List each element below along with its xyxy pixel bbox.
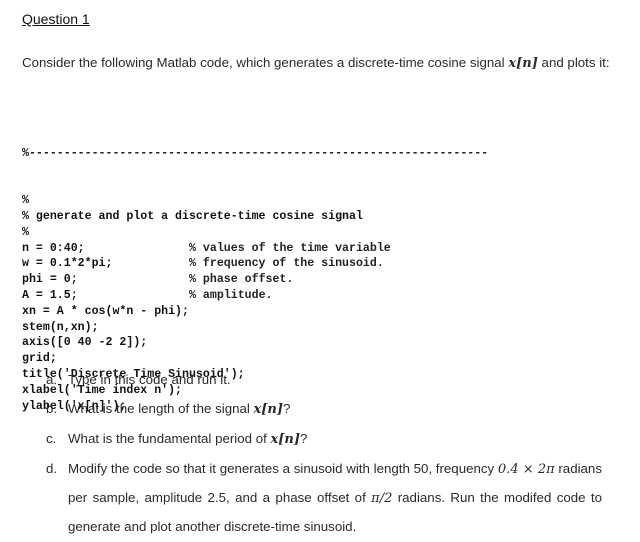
question-text: Type in this code and run it. [68, 372, 231, 387]
frequency-math: 0.4 × 2π [497, 462, 555, 477]
question-item-c: c. What is the fundamental period of x[n… [46, 425, 602, 454]
code-statement: % [22, 225, 29, 239]
code-line: stem(n,xn); [22, 320, 488, 336]
code-statement: w = 0.1*2*pi; [22, 257, 113, 271]
code-statement: A = 1.5; [22, 288, 78, 302]
signal-math: x[n] [508, 56, 538, 71]
code-line: A = 1.5; % amplitude. [22, 288, 488, 304]
question-text-end: ? [283, 401, 291, 416]
code-statement: stem(n,xn); [22, 320, 99, 334]
question-item-a: a. Type in this code and run it. [46, 366, 602, 394]
code-padding [78, 273, 189, 286]
code-divider: %---------------------------------------… [22, 146, 489, 160]
code-line: n = 0:40; % values of the time variable [22, 241, 488, 257]
question-text: What is the fundamental period of [68, 431, 271, 446]
code-statement: % generate and plot a discrete-time cosi… [22, 209, 363, 223]
code-line: % generate and plot a discrete-time cosi… [22, 209, 488, 225]
signal-math: x[n] [270, 432, 301, 447]
question-list: a. Type in this code and run it. b. What… [46, 366, 602, 542]
code-statement: axis([0 40 -2 2]); [22, 336, 148, 350]
intro-paragraph: Consider the following Matlab code, whic… [22, 48, 622, 79]
code-statement: phi = 0; [22, 273, 78, 287]
question-text-end: ? [300, 431, 308, 446]
question-label: d. [46, 461, 58, 476]
code-line: % [22, 225, 488, 241]
question-text: What is the length of the signal [68, 401, 254, 416]
code-statement: grid; [22, 352, 57, 366]
question-item-b: b. What is the length of the signal x[n]… [46, 395, 602, 424]
code-padding [85, 242, 189, 255]
code-comment: % phase offset. [189, 273, 294, 287]
intro-text: Consider the following Matlab code, whic… [22, 55, 509, 70]
code-line: phi = 0; % phase offset. [22, 272, 488, 288]
code-padding [112, 257, 189, 270]
code-statement: n = 0:40; [22, 241, 85, 255]
code-comment: % frequency of the sinusoid. [188, 257, 384, 271]
question-label: a. [46, 372, 58, 387]
code-comment: % amplitude. [189, 288, 273, 302]
code-line: w = 0.1*2*pi; % frequency of the sinusoi… [22, 256, 488, 272]
signal-math: x[n] [253, 402, 284, 417]
question-item-d: d. Modify the code so that it generates … [46, 455, 602, 541]
question-label: c. [46, 431, 57, 446]
question-text: Modify the code so that it generates a s… [68, 461, 498, 476]
intro-text-end: and plots it: [537, 55, 610, 70]
code-line: % [22, 193, 488, 209]
code-line: grid; [22, 351, 488, 367]
code-statement: xn = A * cos(w*n - phi); [22, 304, 189, 318]
phase-math: π/2 [371, 491, 393, 506]
code-padding [78, 289, 189, 302]
code-comment: % values of the time variable [189, 241, 391, 255]
code-line: axis([0 40 -2 2]); [22, 335, 488, 351]
question-heading: Question 1 [22, 11, 90, 27]
code-line: xn = A * cos(w*n - phi); [22, 304, 488, 320]
question-label: b. [46, 401, 58, 416]
code-statement: % [22, 194, 29, 208]
